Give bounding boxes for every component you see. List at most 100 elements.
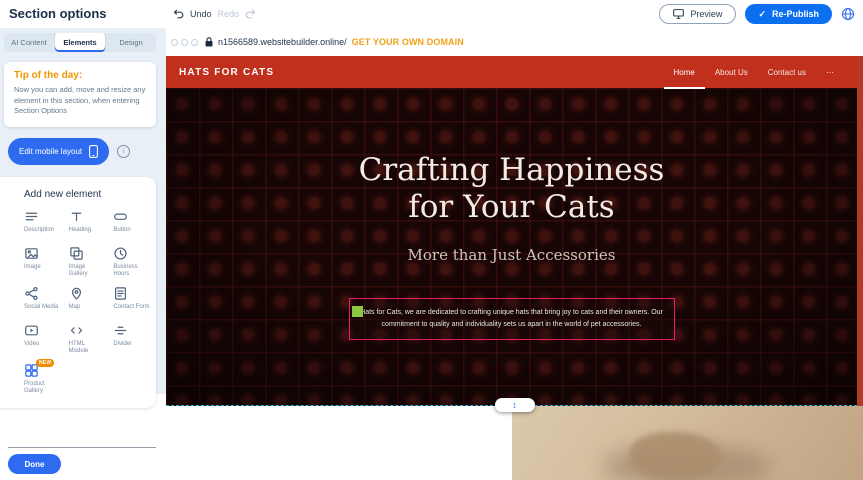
republish-button[interactable]: ✓ Re-Publish bbox=[745, 4, 832, 24]
scrollbar[interactable] bbox=[857, 56, 863, 406]
topbar: Section options Undo Redo Preview ✓ Re-P… bbox=[0, 0, 863, 28]
undo-icon[interactable] bbox=[172, 9, 184, 19]
nav-contact-us[interactable]: Contact us bbox=[758, 56, 816, 89]
element-label: Product Gallery bbox=[24, 381, 61, 396]
new-badge: NEW bbox=[36, 359, 54, 367]
add-element-panel: Add new element Description Heading Butt… bbox=[0, 177, 156, 408]
add-element-business-hours[interactable]: Business Hours bbox=[105, 246, 150, 279]
element-label: Image Gallery bbox=[69, 264, 106, 279]
add-element-social-media[interactable]: Social Media bbox=[16, 286, 61, 316]
phone-icon bbox=[89, 145, 98, 158]
done-button[interactable]: Done bbox=[8, 454, 61, 474]
element-label: Social Media bbox=[24, 304, 58, 312]
lock-icon bbox=[205, 37, 213, 47]
history-controls: Undo Redo bbox=[172, 0, 257, 28]
edit-mobile-layout-button[interactable]: Edit mobile layout bbox=[8, 138, 109, 165]
clock-icon bbox=[113, 246, 128, 261]
tip-body: Now you can add, move and resize any ele… bbox=[14, 85, 146, 117]
site-url: n1566589.websitebuilder.online/ bbox=[218, 37, 347, 47]
tab-ai-content[interactable]: AI Content bbox=[4, 33, 55, 52]
redo-label[interactable]: Redo bbox=[218, 9, 240, 19]
cat-shape bbox=[630, 432, 722, 480]
add-element-map[interactable]: Map bbox=[61, 286, 106, 316]
page-title: Section options bbox=[9, 6, 107, 21]
site-logo[interactable]: HATS FOR CATS bbox=[179, 67, 274, 78]
nav-more-icon[interactable]: ⋯ bbox=[816, 56, 844, 89]
redo-icon[interactable] bbox=[245, 9, 257, 19]
preview-label: Preview bbox=[690, 9, 722, 19]
element-label: Divider bbox=[113, 341, 132, 349]
globe-icon[interactable] bbox=[841, 7, 855, 21]
add-element-video[interactable]: Video bbox=[16, 323, 61, 356]
share-icon bbox=[24, 286, 39, 301]
info-icon[interactable]: i bbox=[117, 145, 130, 158]
mobile-layout-row: Edit mobile layout i bbox=[8, 138, 166, 165]
browser-dots bbox=[171, 39, 198, 46]
element-label: Image bbox=[24, 264, 41, 272]
element-label: Video bbox=[24, 341, 39, 349]
nav-about-us[interactable]: About Us bbox=[705, 56, 758, 89]
hero-heading[interactable]: Crafting Happiness for Your Cats bbox=[342, 88, 682, 226]
button-icon bbox=[113, 209, 128, 224]
browser-dot bbox=[171, 39, 178, 46]
selected-text-element[interactable]: Hats for Cats, we are dedicated to craft… bbox=[349, 298, 675, 340]
element-label: Description bbox=[24, 227, 54, 235]
preview-button[interactable]: Preview bbox=[659, 4, 736, 24]
sidebar: AI Content Elements Design Tip of the da… bbox=[0, 28, 166, 480]
next-section-image[interactable] bbox=[512, 406, 863, 480]
sidebar-panel: AI Content Elements Design Tip of the da… bbox=[0, 28, 166, 394]
monitor-icon bbox=[673, 9, 684, 19]
get-domain-link[interactable]: GET YOUR OWN DOMAIN bbox=[352, 37, 464, 47]
undo-label[interactable]: Undo bbox=[190, 9, 212, 19]
site-nav: Home About Us Contact us ⋯ bbox=[664, 56, 845, 89]
add-element-divider[interactable]: Divider bbox=[105, 323, 150, 356]
map-pin-icon bbox=[69, 286, 84, 301]
image-icon bbox=[24, 246, 39, 261]
element-label: HTML Module bbox=[69, 341, 106, 356]
resize-arrows-icon: ↕ bbox=[512, 400, 517, 410]
add-element-product-gallery[interactable]: NEW Product Gallery bbox=[16, 363, 61, 396]
add-element-description[interactable]: Description bbox=[16, 209, 61, 239]
sidebar-tabs: AI Content Elements Design bbox=[4, 33, 156, 52]
site-header: HATS FOR CATS Home About Us Contact us ⋯ bbox=[166, 56, 857, 88]
republish-label: Re-Publish bbox=[772, 9, 819, 19]
browser-bar: n1566589.websitebuilder.online/ GET YOUR… bbox=[166, 28, 863, 56]
element-label: Heading bbox=[69, 227, 91, 235]
hero-paragraph: Hats for Cats, we are dedicated to craft… bbox=[360, 309, 663, 328]
section-resize-handle[interactable]: ↕ bbox=[495, 398, 535, 412]
hero-subheading[interactable]: More than Just Accessories bbox=[166, 246, 857, 264]
text-lines-icon bbox=[24, 209, 39, 224]
check-icon: ✓ bbox=[758, 10, 766, 19]
editor-canvas: n1566589.websitebuilder.online/ GET YOUR… bbox=[166, 28, 863, 480]
sidebar-divider bbox=[8, 447, 156, 448]
add-element-contact-form[interactable]: Contact Form bbox=[105, 286, 150, 316]
code-icon bbox=[69, 323, 84, 338]
browser-dot bbox=[191, 39, 198, 46]
add-element-button[interactable]: Button bbox=[105, 209, 150, 239]
topbar-actions: Preview ✓ Re-Publish bbox=[659, 0, 855, 28]
add-panel-title: Add new element bbox=[24, 189, 150, 200]
image-gallery-icon bbox=[69, 246, 84, 261]
divider-icon bbox=[113, 323, 128, 338]
add-element-html-module[interactable]: HTML Module bbox=[61, 323, 106, 356]
element-label: Business Hours bbox=[113, 264, 150, 279]
hero-section[interactable]: Crafting Happiness for Your Cats More th… bbox=[166, 88, 857, 406]
tip-card: Tip of the day: Now you can add, move an… bbox=[4, 62, 156, 127]
tab-design[interactable]: Design bbox=[106, 33, 156, 52]
element-label: Contact Form bbox=[113, 304, 149, 312]
video-icon bbox=[24, 323, 39, 338]
add-element-heading[interactable]: Heading bbox=[61, 209, 106, 239]
form-icon bbox=[113, 286, 128, 301]
browser-dot bbox=[181, 39, 188, 46]
element-label: Map bbox=[69, 304, 81, 312]
tab-elements[interactable]: Elements bbox=[55, 33, 106, 52]
edit-mobile-label: Edit mobile layout bbox=[19, 147, 82, 156]
add-element-image-gallery[interactable]: Image Gallery bbox=[61, 246, 106, 279]
add-element-image[interactable]: Image bbox=[16, 246, 61, 279]
nav-home[interactable]: Home bbox=[664, 56, 705, 89]
heading-icon bbox=[69, 209, 84, 224]
element-label: Button bbox=[113, 227, 130, 235]
drag-handle[interactable] bbox=[352, 306, 363, 317]
tip-title: Tip of the day: bbox=[14, 70, 146, 81]
element-grid: Description Heading Button Image Image G… bbox=[16, 209, 150, 396]
